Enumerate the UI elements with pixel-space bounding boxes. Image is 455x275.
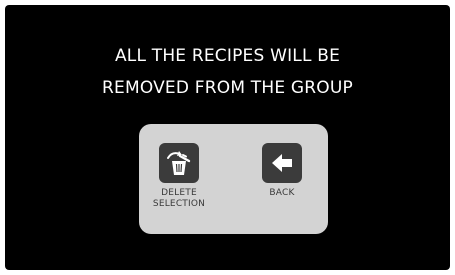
back-label: BACK xyxy=(269,188,295,198)
delete-selection-label: DELETE SELECTION xyxy=(139,188,219,210)
dialog-message-line1: ALL THE RECIPES WILL BE xyxy=(114,46,341,66)
action-panel: DELETE SELECTION BACK xyxy=(139,124,328,234)
dialog-message-line2: REMOVED FROM THE GROUP xyxy=(102,78,353,98)
back-button[interactable]: BACK xyxy=(242,143,322,199)
delete-selection-button[interactable]: DELETE SELECTION xyxy=(139,143,219,210)
trash-with-arrow-icon xyxy=(159,143,199,183)
dialog-screen: ALL THE RECIPES WILL BE REMOVED FROM THE… xyxy=(5,5,450,270)
arrow-left-icon xyxy=(262,143,302,183)
delete-label-line2: SELECTION xyxy=(152,199,206,209)
delete-label-line1: DELETE xyxy=(161,188,197,198)
